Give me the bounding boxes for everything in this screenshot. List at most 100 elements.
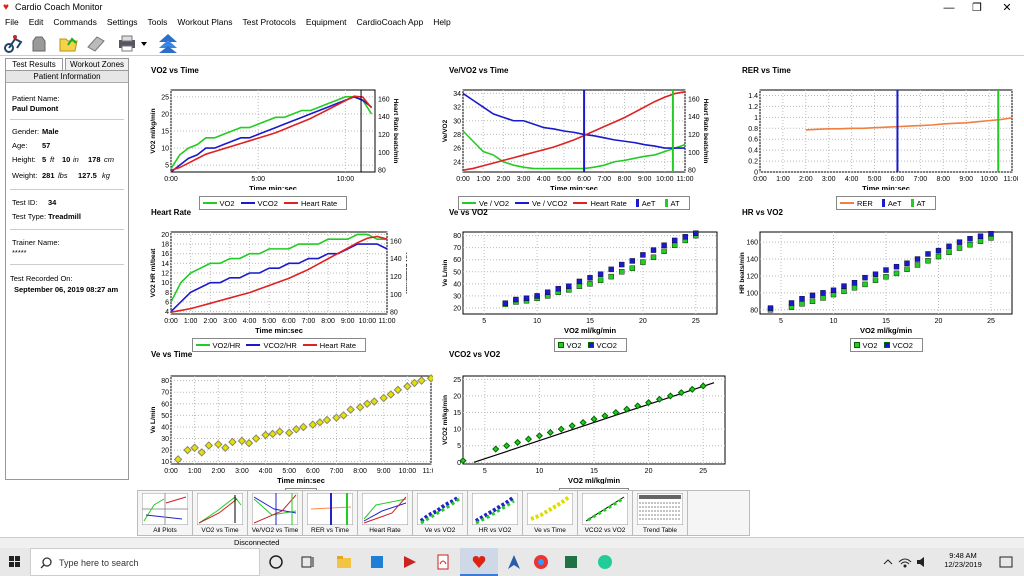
windows-start-icon[interactable] [0, 548, 30, 576]
thumb-hr-vs-vo2[interactable]: HR vs VO2 [468, 491, 523, 535]
y-tick-label: 20 [161, 448, 169, 455]
thumb-all-plots[interactable]: All Plots [138, 491, 193, 535]
menu-settings[interactable]: Settings [102, 16, 143, 30]
printer-icon[interactable] [116, 33, 138, 53]
store-icon[interactable] [369, 554, 385, 570]
y-axis-label: VCO2 ml/kg/min [442, 395, 449, 445]
excel-icon[interactable] [563, 554, 579, 570]
x-tick-label: 10:00 [399, 468, 417, 475]
chrome-icon[interactable] [533, 554, 549, 570]
legend-item: AT [662, 199, 680, 208]
y-tick-label: 1 [754, 115, 758, 122]
thumb-ve-vs-vo2[interactable]: Ve vs VO2 [413, 491, 468, 535]
y-tick-label: 70 [453, 245, 461, 252]
thumb-label: RER vs Time [311, 527, 349, 534]
thumb-ve-vs-time[interactable]: Ve vs Time [523, 491, 578, 535]
menu-commands[interactable]: Commands [48, 16, 101, 30]
minimize-button[interactable]: — [934, 0, 964, 16]
network-icon[interactable] [898, 554, 914, 570]
data-point [597, 277, 604, 283]
gender-label: Gender: [12, 127, 40, 136]
pdf-icon[interactable] [435, 554, 451, 570]
legend-item: RER [840, 199, 873, 208]
data-point [640, 252, 646, 258]
y2-tick-label: 160 [390, 238, 402, 245]
heart-icon [472, 556, 486, 568]
scroll-up-icon[interactable] [157, 33, 179, 53]
gender-value: Male [42, 127, 59, 136]
y-axis-label: HR beats/min [739, 252, 746, 294]
x-tick-label: 15 [590, 468, 598, 475]
thumb-heart-rate[interactable]: Heart Rate [358, 491, 413, 535]
thumb-vco2-vs-vo2[interactable]: VCO2 vs VO2 [578, 491, 633, 535]
data-point [904, 260, 910, 266]
data-point [820, 290, 826, 296]
legend-marker-swatch [881, 199, 885, 207]
x-tick-label: 5 [483, 468, 487, 475]
system-clock[interactable]: 9:48 AM 12/23/2019 [938, 551, 988, 569]
eraser-icon[interactable] [85, 33, 107, 53]
tab-test-results[interactable]: Test Results [5, 58, 63, 70]
vo2-time-chart: 0:00 5:00 10:00 5 10 15 20 25 80 100 120 140 160 Time… [150, 89, 399, 190]
data-point [534, 293, 540, 299]
notifications-icon[interactable] [998, 554, 1014, 570]
dropdown-arrow-icon[interactable] [139, 33, 149, 53]
y-tick-label: 12 [161, 271, 169, 278]
hr-vo2-chart: 5 10 15 20 25 80 100 120 140 160 VO2 ml/kg/min HR b… [739, 230, 1013, 335]
hr-vo2-chart-title: HR vs VO2 [742, 208, 783, 217]
chevron-up-icon[interactable] [883, 554, 899, 570]
thumb-rer-vs-time[interactable]: RER vs Time [303, 491, 358, 535]
ve-vo2-time-chart-title: Ve/VO2 vs Time [449, 66, 509, 75]
legend-line-swatch [283, 202, 298, 204]
folder-open-icon[interactable] [58, 33, 80, 53]
thumb-vo2-vs-time[interactable]: VO2 vs Time [193, 491, 248, 535]
menu-tools[interactable]: Tools [143, 16, 173, 30]
paint-icon[interactable] [597, 554, 613, 570]
data-point [914, 262, 921, 268]
window-title: Cardio Coach Monitor [15, 2, 103, 12]
menu-workout-plans[interactable]: Workout Plans [172, 16, 237, 30]
thumb-label: Heart Rate [369, 527, 401, 534]
y-tick-label: 20 [161, 232, 169, 239]
thumb-trend-table[interactable]: Trend Table [633, 491, 688, 535]
bike-icon[interactable] [4, 33, 26, 53]
menu-test-protocols[interactable]: Test Protocols [238, 16, 301, 30]
legend-item: AeT [633, 199, 656, 208]
search-icon [40, 557, 52, 569]
volume-icon[interactable] [915, 554, 931, 570]
file-explorer-icon[interactable] [336, 554, 352, 570]
legend-point-swatch [883, 342, 890, 348]
close-button[interactable]: ✕ [992, 0, 1022, 16]
hand-icon[interactable] [28, 33, 50, 53]
legend-item: VCO2 [883, 341, 913, 350]
data-point [661, 242, 667, 248]
ve-vo2-time-chart: 0:00 1:00 2:00 3:00 4:00 5:00 6:00 7:00 8:00 9:00… [442, 89, 709, 190]
y-tick-label: 4 [165, 309, 169, 316]
taskbar-active-app[interactable] [460, 548, 498, 576]
menu-help[interactable]: Help [428, 16, 455, 30]
legend-item: VO2 [853, 341, 878, 350]
thumb-label: HR vs VO2 [478, 527, 512, 534]
cortana-icon[interactable] [268, 554, 284, 570]
y-tick-label: 30 [453, 118, 461, 125]
x-axis-label: Time min:sec [550, 184, 598, 190]
menu-equipment[interactable]: Equipment [301, 16, 352, 30]
menu-edit[interactable]: Edit [24, 16, 49, 30]
legend-item: Ve / VCO2 [515, 199, 567, 208]
legend-item: VCO2 [587, 341, 617, 350]
menu-cardiocoach-app[interactable]: CardioCoach App [352, 16, 429, 30]
maximize-button[interactable]: ❐ [962, 0, 992, 16]
age-value: 57 [42, 141, 51, 150]
task-view-icon[interactable] [300, 554, 316, 570]
thumb-label: Ve vs VO2 [424, 527, 456, 534]
navigator-icon[interactable] [506, 554, 522, 570]
app-icon[interactable] [402, 554, 418, 570]
menu-file[interactable]: File [0, 16, 24, 30]
tab-workout-zones[interactable]: Workout Zones [65, 58, 129, 70]
plot-thumbnails: All Plots VO2 vs Time Ve/VO2 vs Time RER… [137, 490, 750, 536]
legend-marker-swatch [635, 199, 639, 207]
legend-label: Heart Rate [300, 198, 338, 208]
heart-rate-legend: VO2/HR VCO2/HR Heart Rate [191, 338, 367, 352]
thumb-ve-vo2-vs-time[interactable]: Ve/VO2 vs Time [248, 491, 303, 535]
taskbar-search[interactable]: Type here to search [30, 548, 260, 576]
